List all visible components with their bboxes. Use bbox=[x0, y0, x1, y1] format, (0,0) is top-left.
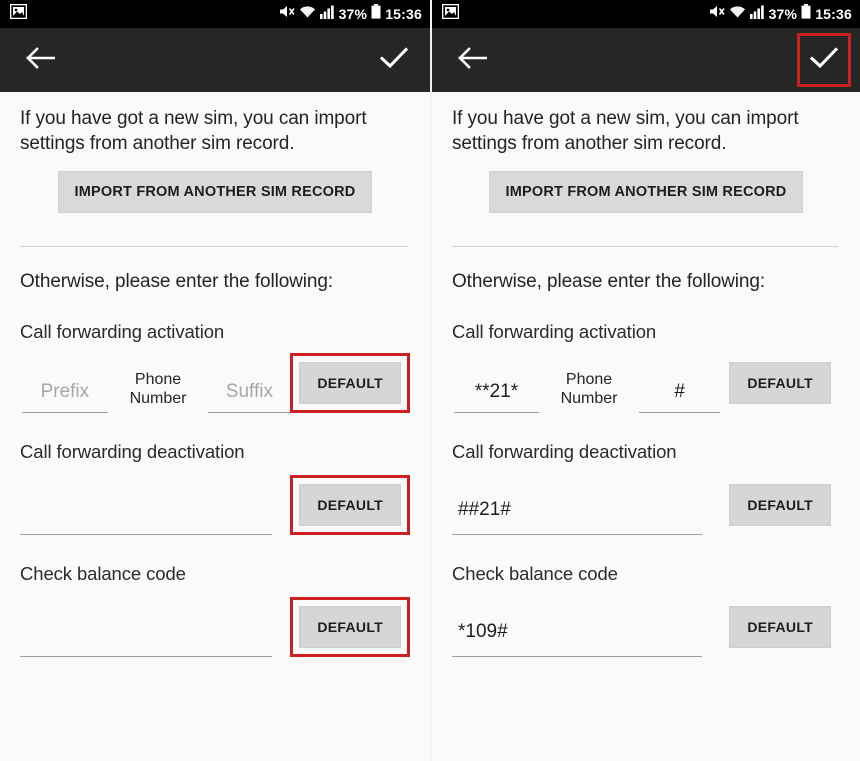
phone-screen-after: 37% 15:36 If you have got a new sim, you… bbox=[430, 0, 860, 761]
back-arrow-icon bbox=[457, 46, 488, 75]
activation-default-button[interactable]: DEFAULT bbox=[299, 362, 401, 405]
import-button-row: IMPORT FROM ANOTHER SIM RECORD bbox=[452, 170, 840, 214]
call-forwarding-deactivation-row: DEFAULT bbox=[20, 475, 410, 536]
status-bar-right: 37% 15:36 bbox=[709, 4, 852, 24]
screenshot-comparison: 37% 15:36 If you have got a new sim, you… bbox=[0, 0, 860, 761]
deactivation-default-wrap: DEFAULT bbox=[720, 475, 840, 535]
subtitle-text: Otherwise, please enter the following: bbox=[20, 271, 334, 293]
app-toolbar bbox=[432, 28, 860, 92]
status-bar-left bbox=[441, 3, 460, 24]
call-forwarding-activation-row: Prefix Phone Number Suffix DEFAULT bbox=[20, 353, 410, 414]
balance-default-wrap: DEFAULT bbox=[290, 597, 410, 658]
subtitle-text: Otherwise, please enter the following: bbox=[452, 271, 766, 293]
phone-number-label-line1: Phone bbox=[565, 371, 613, 389]
check-balance-code-row: DEFAULT bbox=[20, 597, 410, 658]
app-toolbar bbox=[0, 28, 430, 92]
wifi-icon bbox=[299, 5, 316, 24]
battery-icon bbox=[801, 4, 811, 24]
phone-number-label: Phone Number bbox=[549, 371, 629, 413]
activation-suffix-input[interactable]: Suffix bbox=[208, 381, 291, 414]
call-forwarding-deactivation-label: Call forwarding deactivation bbox=[20, 441, 245, 463]
intro-text: If you have got a new sim, you can impor… bbox=[452, 108, 799, 155]
intro-text: If you have got a new sim, you can impor… bbox=[20, 108, 367, 155]
balance-default-button[interactable]: DEFAULT bbox=[729, 606, 831, 649]
phone-number-label-line2: Number bbox=[129, 389, 187, 407]
signal-icon bbox=[749, 5, 765, 24]
back-button[interactable] bbox=[22, 42, 58, 78]
image-icon bbox=[9, 3, 28, 24]
section-divider bbox=[20, 246, 408, 248]
back-button[interactable] bbox=[454, 42, 490, 78]
import-from-another-sim-record-button[interactable]: IMPORT FROM ANOTHER SIM RECORD bbox=[488, 170, 804, 214]
status-bar-right: 37% 15:36 bbox=[279, 4, 422, 24]
status-bar-left bbox=[9, 3, 28, 24]
deactivation-default-wrap: DEFAULT bbox=[290, 475, 410, 536]
section-divider bbox=[452, 246, 838, 248]
mute-icon bbox=[709, 4, 725, 24]
call-forwarding-deactivation-label: Call forwarding deactivation bbox=[452, 441, 677, 463]
balance-code-input[interactable]: *109# bbox=[452, 621, 703, 658]
check-icon bbox=[379, 46, 409, 75]
back-arrow-icon bbox=[25, 46, 56, 75]
clock-label: 15:36 bbox=[385, 6, 422, 22]
phone-number-label-line2: Number bbox=[560, 389, 618, 407]
check-balance-code-label: Check balance code bbox=[20, 563, 186, 585]
battery-percent-label: 37% bbox=[338, 6, 368, 22]
import-button-row: IMPORT FROM ANOTHER SIM RECORD bbox=[20, 170, 410, 214]
status-bar: 37% 15:36 bbox=[432, 0, 860, 28]
call-forwarding-deactivation-row: ##21# DEFAULT bbox=[452, 475, 840, 536]
phone-number-label: Phone Number bbox=[118, 371, 199, 413]
call-forwarding-activation-label: Call forwarding activation bbox=[452, 321, 657, 343]
signal-icon bbox=[319, 5, 335, 24]
battery-icon bbox=[371, 4, 381, 24]
clock-label: 15:36 bbox=[815, 6, 852, 22]
phone-number-label-line1: Phone bbox=[134, 371, 182, 389]
activation-prefix-input[interactable]: Prefix bbox=[22, 381, 108, 414]
activation-default-wrap: DEFAULT bbox=[290, 353, 410, 414]
call-forwarding-activation-row: **21* Phone Number # DEFAULT bbox=[452, 353, 840, 414]
confirm-button[interactable] bbox=[797, 33, 851, 87]
confirm-button[interactable] bbox=[376, 42, 412, 78]
activation-default-wrap: DEFAULT bbox=[720, 353, 840, 413]
phone-screen-before: 37% 15:36 If you have got a new sim, you… bbox=[0, 0, 430, 761]
image-icon bbox=[441, 3, 460, 24]
import-from-another-sim-record-button[interactable]: IMPORT FROM ANOTHER SIM RECORD bbox=[57, 170, 373, 214]
deactivation-default-button[interactable]: DEFAULT bbox=[299, 484, 401, 527]
deactivation-code-input[interactable] bbox=[20, 499, 273, 536]
activation-default-button[interactable]: DEFAULT bbox=[729, 362, 831, 405]
mute-icon bbox=[279, 4, 295, 24]
activation-prefix-input[interactable]: **21* bbox=[454, 381, 539, 414]
deactivation-code-input[interactable]: ##21# bbox=[452, 499, 703, 536]
settings-content: If you have got a new sim, you can impor… bbox=[432, 106, 860, 761]
call-forwarding-activation-label: Call forwarding activation bbox=[20, 321, 225, 343]
check-balance-code-label: Check balance code bbox=[452, 563, 618, 585]
balance-default-wrap: DEFAULT bbox=[720, 597, 840, 657]
wifi-icon bbox=[729, 5, 746, 24]
deactivation-default-button[interactable]: DEFAULT bbox=[729, 484, 831, 527]
balance-default-button[interactable]: DEFAULT bbox=[299, 606, 401, 649]
settings-content: If you have got a new sim, you can impor… bbox=[0, 106, 430, 761]
balance-code-input[interactable] bbox=[20, 621, 273, 658]
battery-percent-label: 37% bbox=[768, 6, 798, 22]
status-bar: 37% 15:36 bbox=[0, 0, 430, 28]
check-balance-code-row: *109# DEFAULT bbox=[452, 597, 840, 658]
check-icon bbox=[809, 46, 839, 75]
activation-suffix-input[interactable]: # bbox=[639, 381, 721, 414]
